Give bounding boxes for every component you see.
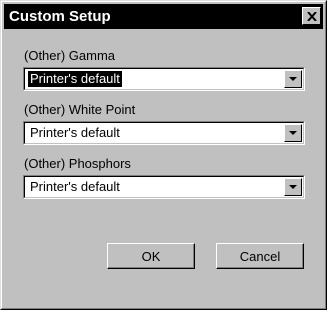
title-bar[interactable]: Custom Setup: [4, 4, 323, 29]
chevron-down-icon: [289, 77, 297, 81]
phosphors-select[interactable]: Printer's default: [23, 175, 305, 199]
phosphors-label: (Other) Phosphors: [24, 156, 131, 171]
custom-setup-dialog: Custom Setup (Other) Gamma Printer's def…: [0, 0, 327, 310]
gamma-select-value: Printer's default: [27, 70, 123, 88]
close-icon: [306, 11, 317, 21]
close-button[interactable]: [302, 7, 321, 25]
ok-button[interactable]: OK: [107, 243, 195, 269]
white-point-select[interactable]: Printer's default: [23, 121, 305, 145]
chevron-down-icon: [289, 131, 297, 135]
phosphors-dropdown-button[interactable]: [284, 178, 302, 196]
gamma-select[interactable]: Printer's default: [23, 67, 305, 91]
phosphors-select-value: Printer's default: [30, 179, 120, 194]
white-point-select-value: Printer's default: [30, 125, 120, 140]
white-point-dropdown-button[interactable]: [284, 124, 302, 142]
white-point-label: (Other) White Point: [24, 102, 136, 117]
window-title: Custom Setup: [9, 8, 111, 25]
gamma-dropdown-button[interactable]: [284, 70, 302, 88]
cancel-button[interactable]: Cancel: [216, 243, 304, 269]
chevron-down-icon: [289, 185, 297, 189]
gamma-label: (Other) Gamma: [24, 48, 116, 63]
